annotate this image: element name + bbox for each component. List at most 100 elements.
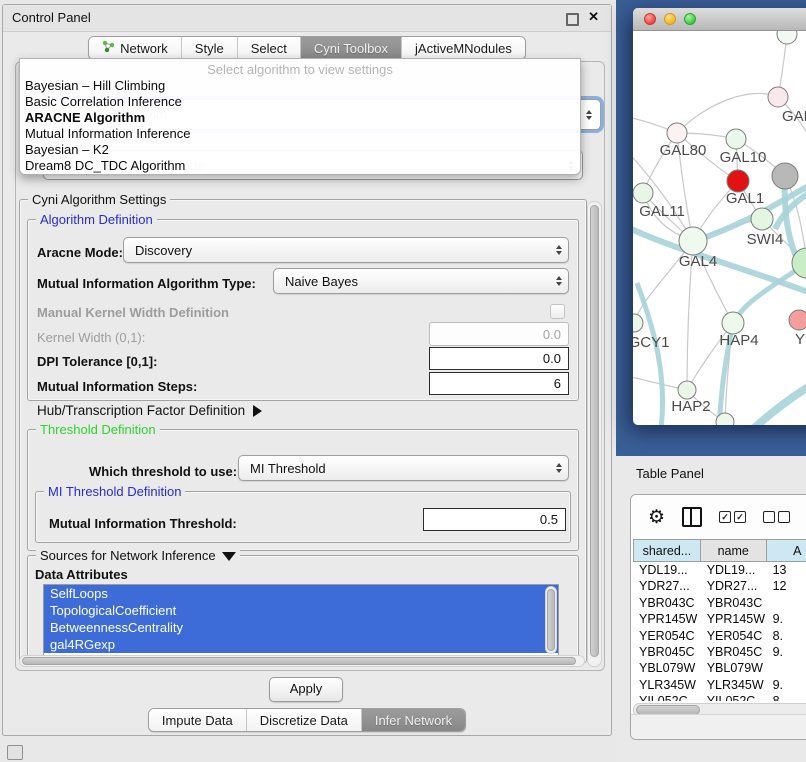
network-node-label: GAL11 (639, 203, 685, 220)
attribute-item-betweennesscentrality[interactable]: BetweennessCentrality (44, 619, 558, 636)
table-toolbar: ⚙ ✓✓ (631, 495, 806, 539)
algorithm-option-aracne-algorithm[interactable]: ARACNE Algorithm (20, 110, 580, 126)
which-threshold-combobox[interactable]: MI Threshold (238, 455, 569, 481)
table-cell: YER054C (701, 628, 767, 644)
aracne-mode-label: Aracne Mode: (37, 245, 123, 260)
data-attributes-list[interactable]: SelfLoopsTopologicalCoefficientBetweenne… (43, 584, 559, 656)
tab-impute-data[interactable]: Impute Data (149, 709, 247, 731)
table-cell: YPR145W (701, 611, 767, 627)
table-row[interactable]: YDR27...YDR27...12 (633, 578, 806, 594)
table-row[interactable]: YIL052CYIL052C8. (633, 693, 806, 701)
unchecked-boxes-icon[interactable] (763, 511, 790, 523)
table-cell (767, 595, 806, 611)
mi-algorithm-type-combobox[interactable]: Naive Bayes (273, 268, 569, 294)
manual-kernel-width-checkbox[interactable] (550, 304, 565, 319)
network-canvas[interactable]: GALGAL80GAL10GAL1GAL11SWI4GAL4GCY1HAP4YH… (633, 31, 806, 425)
column-header-name[interactable]: name (701, 539, 767, 562)
attribute-item-gal4rgexp[interactable]: gal4RGexp (44, 636, 558, 653)
checked-boxes-icon[interactable]: ✓✓ (719, 511, 746, 523)
algorithm-option-bayesian-k2[interactable]: Bayesian – K2 (20, 142, 580, 158)
gear-icon[interactable]: ⚙ (648, 508, 665, 527)
network-view-window: GALGAL80GAL10GAL1GAL11SWI4GAL4GCY1HAP4YH… (633, 8, 806, 425)
table-cell: 8. (767, 628, 806, 644)
column-header-shared[interactable]: shared... (633, 539, 701, 562)
hub-factor-expander[interactable]: Hub/Transcription Factor Definition (37, 403, 262, 418)
dpi-tolerance-field[interactable]: 0.0 (429, 347, 569, 370)
table-row[interactable]: YDL19...YDL19...13 (633, 562, 806, 578)
network-node[interactable] (667, 123, 687, 143)
network-node[interactable] (722, 312, 744, 334)
sources-group-title[interactable]: Sources for Network Inference (36, 548, 240, 563)
network-node-label: HAP2 (671, 398, 710, 415)
column-header-a[interactable]: A (767, 539, 806, 562)
split-columns-icon[interactable] (682, 507, 702, 527)
algorithm-option-basic-correlation-inference[interactable]: Basic Correlation Inference (20, 94, 580, 110)
network-node[interactable] (633, 183, 653, 203)
table-row[interactable]: YBR043CYBR043C (633, 595, 806, 611)
network-node[interactable] (751, 208, 773, 230)
tab-select[interactable]: Select (238, 37, 301, 59)
dpi-tolerance-label: DPI Tolerance [0,1]: (37, 354, 157, 369)
network-node[interactable] (772, 163, 798, 189)
table-cell: 13 (767, 562, 806, 578)
network-node-label: SWI4 (747, 231, 784, 248)
tab-cyni-toolbox[interactable]: Cyni Toolbox (301, 37, 402, 59)
manual-kernel-width-label: Manual Kernel Width Definition (37, 305, 229, 320)
attribute-item-selfloops[interactable]: SelfLoops (44, 585, 558, 602)
network-node-label: GAL4 (679, 253, 717, 270)
network-node[interactable] (633, 314, 643, 332)
table-row[interactable]: YBR045CYBR045C9. (633, 644, 806, 660)
control-panel-title: Control Panel (12, 10, 91, 25)
table-body: YDL19...YDL19...13YDR27...YDR27...12YBR0… (633, 562, 806, 701)
table-row[interactable]: YER054CYER054C8. (633, 628, 806, 644)
network-node[interactable] (726, 129, 746, 149)
algorithm-option-mutual-information-inference[interactable]: Mutual Information Inference (20, 126, 580, 142)
settings-vertical-scrollbar[interactable] (587, 201, 602, 667)
tab-discretize-data[interactable]: Discretize Data (247, 709, 362, 731)
kernel-width-field[interactable]: 0.0 (429, 322, 569, 346)
network-node[interactable] (777, 31, 797, 44)
table-row[interactable]: YPR145WYPR145W9. (633, 611, 806, 627)
mi-steps-field[interactable]: 6 (429, 372, 569, 395)
network-node-label: GAL (782, 108, 806, 125)
network-node[interactable] (727, 170, 749, 192)
mi-threshold-field[interactable]: 0.5 (423, 508, 566, 531)
table-cell: 9. (767, 644, 806, 660)
algorithm-popup-placeholder: Select algorithm to view settings (20, 61, 580, 78)
attribute-item-topologicalcoefficient[interactable]: TopologicalCoefficient (44, 602, 558, 619)
table-footer (631, 714, 806, 739)
apply-button[interactable]: Apply (269, 677, 343, 702)
table-cell: YBR045C (633, 644, 701, 660)
tab-network[interactable]: Network (89, 37, 182, 59)
kernel-width-label: Kernel Width (0,1): (37, 330, 145, 345)
table-header-row[interactable]: shared...nameA (633, 539, 806, 562)
float-panel-icon[interactable] (566, 13, 579, 26)
network-node[interactable] (789, 310, 806, 330)
tab-infer-network[interactable]: Infer Network (362, 709, 465, 731)
minimized-panel-icon[interactable] (7, 745, 23, 760)
table-panel-region: Table Panel ⚙ ✓✓ shared...nameA YDL19...… (616, 456, 806, 762)
close-traffic-light-icon[interactable] (644, 13, 656, 25)
settings-horizontal-scrollbar[interactable] (19, 655, 585, 667)
control-panel-titlebar: Control Panel ✕ (3, 5, 611, 32)
network-node[interactable] (768, 87, 788, 107)
table-row[interactable]: YBL079WYBL079W (633, 660, 806, 676)
threshold-definition-title: Threshold Definition (36, 422, 160, 437)
zoom-traffic-light-icon[interactable] (684, 13, 696, 25)
network-node[interactable] (678, 381, 696, 399)
attributes-list-scrollbar[interactable] (545, 586, 557, 654)
algorithm-option-bayesian-hill-climbing[interactable]: Bayesian – Hill Climbing (20, 78, 580, 94)
table-row[interactable]: YLR345WYLR345W9. (633, 677, 806, 693)
combo-arrows-icon (556, 245, 562, 255)
tab-style[interactable]: Style (182, 37, 238, 59)
network-node[interactable] (679, 227, 707, 255)
network-edge-thick (637, 283, 663, 425)
table-cell: YDL19... (633, 562, 701, 578)
tab-jactivemnodules[interactable]: jActiveMNodules (402, 37, 525, 59)
close-panel-icon[interactable]: ✕ (588, 9, 599, 25)
algorithm-option-dream8-dc-tdc-algorithm[interactable]: Dream8 DC_TDC Algorithm (20, 158, 580, 174)
aracne-mode-combobox[interactable]: Discovery (123, 237, 569, 263)
table-cell: YBL079W (701, 660, 767, 676)
mi-threshold-group-title: MI Threshold Definition (44, 484, 185, 499)
minimize-traffic-light-icon[interactable] (664, 13, 676, 25)
